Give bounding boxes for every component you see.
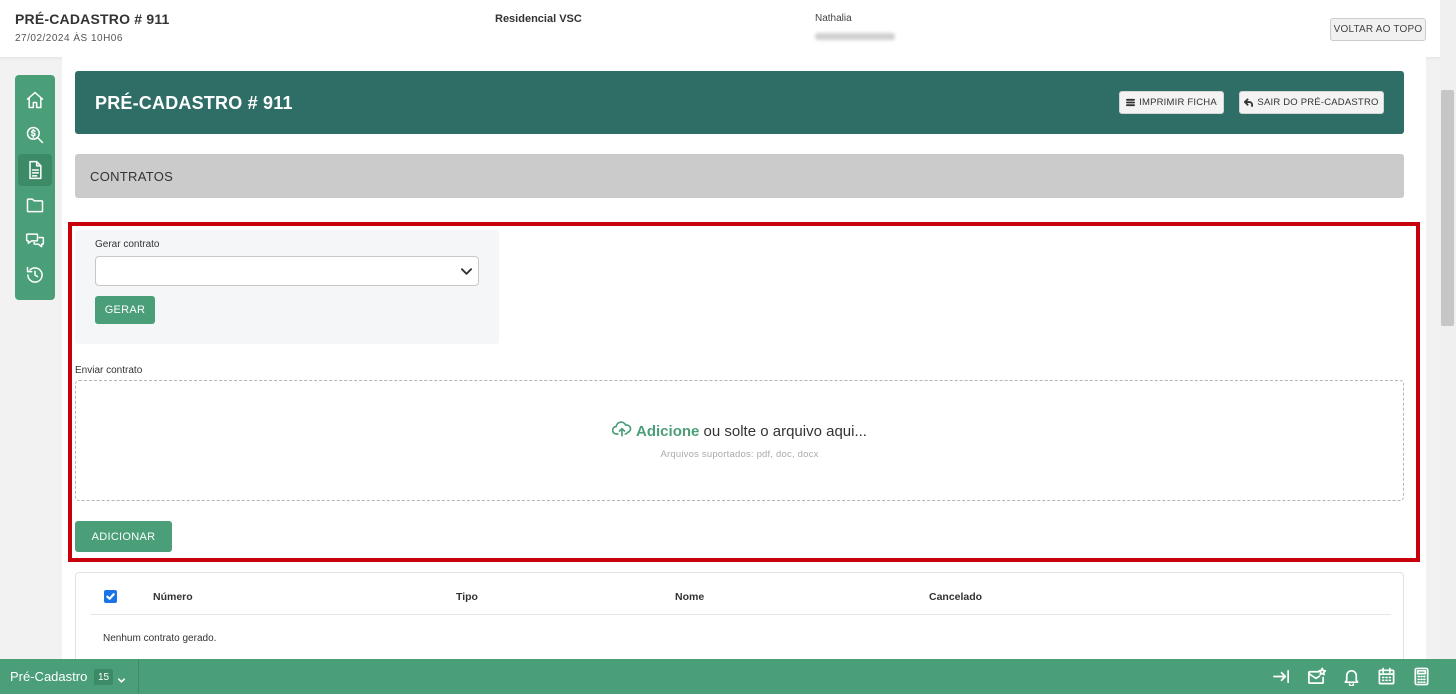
blurred-user-info: [815, 33, 895, 40]
home-icon: [26, 91, 44, 109]
list-icon: [1126, 98, 1136, 107]
side-nav: [15, 75, 55, 300]
exit-precadastro-label: SAIR DO PRÉ-CADASTRO: [1257, 97, 1379, 108]
reply-arrow-icon: [1244, 98, 1254, 107]
nav-financial-search[interactable]: [18, 119, 52, 151]
document-icon: [29, 160, 42, 180]
contracts-section-header[interactable]: CONTRATOS: [75, 154, 1404, 198]
highlight-box: [68, 222, 1420, 562]
collapse-right-icon[interactable]: [1272, 667, 1291, 686]
record-datetime: 27/02/2024 ÀS 10H06: [15, 33, 123, 44]
calendar-icon[interactable]: [1377, 667, 1396, 686]
page-title: PRÉ-CADASTRO # 911: [95, 93, 293, 113]
print-record-button[interactable]: IMPRIMIR FICHA: [1119, 91, 1224, 114]
precadastro-tab[interactable]: Pré-Cadastro 15: [0, 659, 139, 694]
calculator-icon[interactable]: [1412, 667, 1431, 686]
section-title: CONTRATOS: [90, 169, 174, 184]
contracts-table: [75, 572, 1404, 672]
condominium-name: Residencial VSC: [495, 13, 582, 25]
column-header-numero[interactable]: Número: [153, 591, 193, 603]
exit-precadastro-button[interactable]: SAIR DO PRÉ-CADASTRO: [1239, 91, 1384, 114]
bell-icon[interactable]: [1342, 667, 1361, 687]
select-all-checkbox[interactable]: [104, 590, 117, 603]
nav-history[interactable]: [18, 259, 52, 291]
mail-star-icon[interactable]: [1307, 667, 1327, 686]
chevron-down-icon: [117, 672, 126, 683]
history-icon: [26, 266, 43, 283]
nav-documents[interactable]: [18, 154, 52, 186]
column-header-nome[interactable]: Nome: [675, 591, 704, 603]
checkmark-icon: [106, 593, 115, 600]
column-header-cancelado[interactable]: Cancelado: [929, 591, 982, 603]
page-header: PRÉ-CADASTRO # 911 IMPRIMIR FICHA SAIR D…: [75, 71, 1404, 134]
print-record-label: IMPRIMIR FICHA: [1139, 97, 1217, 108]
precadastro-count-badge: 15: [94, 669, 114, 685]
scrollbar-thumb[interactable]: [1441, 90, 1454, 326]
chat-icon: [25, 233, 45, 248]
precadastro-tab-label: Pré-Cadastro: [10, 669, 88, 684]
top-bar: PRÉ-CADASTRO # 911 27/02/2024 ÀS 10H06 R…: [0, 0, 1440, 57]
record-title: PRÉ-CADASTRO # 911: [15, 11, 170, 27]
user-name: Nathalia: [815, 13, 852, 24]
folder-icon: [26, 198, 44, 213]
back-to-top-button[interactable]: VOLTAR AO TOPO: [1330, 18, 1426, 41]
nav-home[interactable]: [18, 84, 52, 116]
nav-folder[interactable]: [18, 189, 52, 221]
search-money-icon: [26, 126, 44, 144]
bottom-bar: Pré-Cadastro 15: [0, 659, 1456, 694]
empty-table-message: Nenhum contrato gerado.: [103, 633, 217, 644]
table-header-divider: [90, 614, 1391, 615]
column-header-tipo[interactable]: Tipo: [456, 591, 478, 603]
nav-messages[interactable]: [18, 224, 52, 256]
